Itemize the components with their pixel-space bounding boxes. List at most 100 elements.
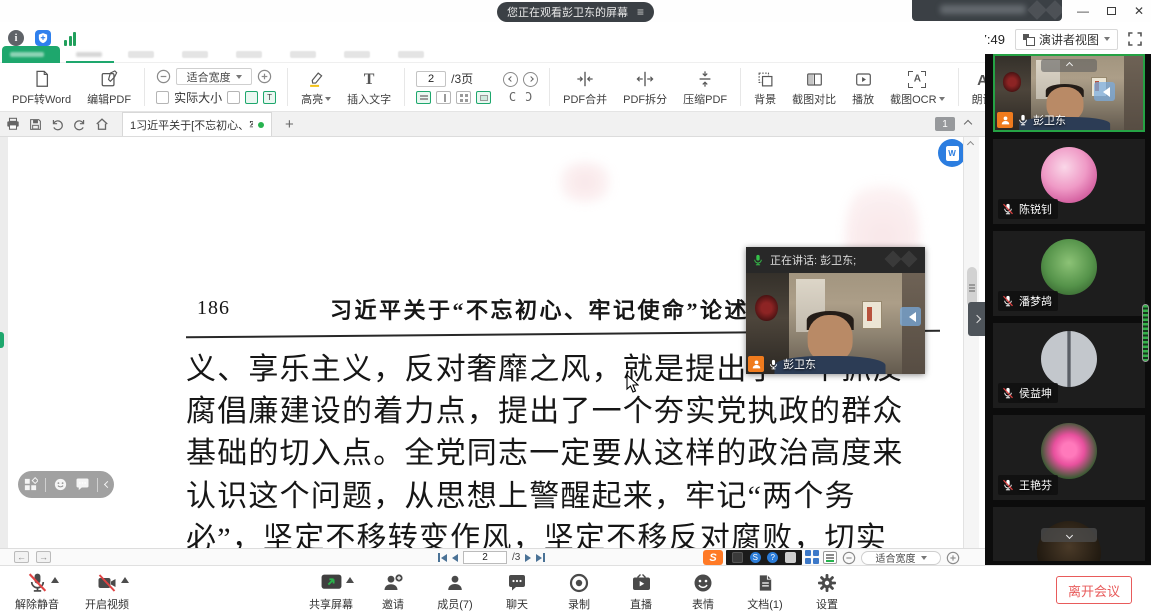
sogou-input-icon[interactable]: S: [703, 550, 723, 565]
pdf-split-button[interactable]: PDF拆分: [615, 68, 675, 107]
menu-tab-ghost[interactable]: [236, 51, 262, 58]
menu-tab-ghost[interactable]: [290, 51, 316, 58]
tray-s-icon[interactable]: S: [750, 552, 761, 563]
collapse-tile-chip[interactable]: [1041, 59, 1097, 72]
close-button[interactable]: ✕: [1131, 3, 1147, 19]
last-page-button[interactable]: [536, 553, 545, 562]
highlight-button[interactable]: 高亮: [293, 68, 339, 107]
tray-list-icon[interactable]: [823, 551, 837, 564]
zoom-in-icon[interactable]: [946, 551, 960, 565]
collapse-pill-icon[interactable]: [103, 481, 110, 488]
qq-floating-icon[interactable]: [900, 307, 921, 326]
document-canvas[interactable]: 186 习近平关于“不忘初心、牢记使命”论述摘编 义、享乐主义，反对奢靡之风，就…: [0, 137, 985, 548]
fit-width-select[interactable]: 适合宽度: [861, 551, 941, 565]
side-panel-toggle[interactable]: [968, 302, 985, 336]
play-button[interactable]: 播放: [844, 68, 882, 107]
notification-badge[interactable]: 1: [935, 117, 955, 131]
sidebar-scrollbar-thumb[interactable]: [1142, 304, 1149, 362]
background-button[interactable]: 背景: [746, 68, 784, 107]
bookmark-indicator[interactable]: [0, 332, 4, 348]
pdf-merge-button[interactable]: PDF合并: [555, 68, 615, 107]
first-page-button[interactable]: [438, 553, 447, 562]
participant-tile-partial[interactable]: [993, 507, 1145, 561]
leave-meeting-button[interactable]: 离开会议: [1056, 576, 1132, 604]
participant-tile[interactable]: 王艳芬: [993, 415, 1145, 500]
fit-width-select[interactable]: 适合宽度: [176, 68, 252, 85]
rotate-left-icon[interactable]: C: [509, 91, 516, 103]
save-icon[interactable]: [29, 118, 42, 131]
menu-tab-ghost[interactable]: [182, 51, 208, 58]
tray-keyboard-icon[interactable]: [785, 552, 796, 563]
zoom-out-icon[interactable]: [156, 69, 171, 84]
layout-two-page-icon[interactable]: [436, 91, 451, 104]
prev-page-button[interactable]: [452, 554, 458, 562]
back-button[interactable]: ←: [14, 551, 29, 563]
scrollbar-thumb[interactable]: [967, 267, 977, 307]
redo-icon[interactable]: [73, 118, 86, 131]
compress-pdf-button[interactable]: 压缩PDF: [675, 68, 735, 107]
participant-tile[interactable]: 陈锐钊: [993, 139, 1145, 224]
document-scrollbar[interactable]: [963, 137, 979, 548]
fit-page-toggle[interactable]: [227, 91, 240, 104]
actual-size-icon[interactable]: [156, 91, 169, 104]
participant-tile[interactable]: 侯益坤: [993, 323, 1145, 408]
tray-apps-icon[interactable]: [805, 550, 820, 565]
screenshot-compare-button[interactable]: 截图对比: [784, 68, 844, 107]
menu-tab-ghost[interactable]: [398, 51, 424, 58]
live-button[interactable]: 直播: [610, 566, 672, 612]
next-page-icon[interactable]: [523, 72, 538, 87]
video-options-arrow[interactable]: [121, 577, 129, 583]
active-speaker-overlay[interactable]: 正在讲话: 彭卫东;: [746, 247, 925, 374]
record-button[interactable]: 录制: [548, 566, 610, 612]
scroll-up-icon[interactable]: [967, 141, 974, 148]
stats-bars-icon[interactable]: [62, 30, 78, 46]
chat-button[interactable]: 聊天: [486, 566, 548, 612]
participant-tile[interactable]: 潘梦鸪: [993, 231, 1145, 316]
prev-page-icon[interactable]: [503, 72, 518, 87]
document-tab[interactable]: 1习近平关于[不忘初心、牢记...: [122, 112, 272, 136]
maximize-button[interactable]: [1103, 3, 1119, 19]
fit-width-toggle[interactable]: [245, 91, 258, 104]
home-icon[interactable]: [95, 117, 109, 131]
menu-tab-ghost[interactable]: [128, 51, 154, 58]
comment-icon[interactable]: [75, 477, 90, 492]
tray-help-icon[interactable]: ?: [767, 552, 778, 563]
layout-single-icon[interactable]: [416, 91, 431, 104]
new-tab-button[interactable]: +: [281, 116, 298, 133]
menu-tab-active[interactable]: [66, 46, 114, 63]
print-icon[interactable]: [6, 117, 20, 131]
banner-menu-icon[interactable]: ≡: [637, 6, 644, 18]
unmute-button[interactable]: 解除静音: [6, 566, 68, 612]
screenshot-ocr-button[interactable]: A 截图OCR: [882, 68, 952, 107]
insert-text-button[interactable]: T 插入文字: [339, 68, 399, 107]
next-page-button[interactable]: [525, 554, 531, 562]
emoji-button[interactable]: 表情: [672, 566, 734, 612]
view-mode-selector[interactable]: 演讲者视图: [1015, 29, 1118, 50]
members-button[interactable]: 成员(7): [424, 566, 486, 612]
pdf-to-word-fab[interactable]: W: [938, 139, 966, 167]
layout-scroll-icon[interactable]: [476, 91, 491, 104]
undo-icon[interactable]: [51, 118, 64, 131]
start-video-button[interactable]: 开启视频: [76, 566, 138, 612]
minimize-button[interactable]: —: [1075, 3, 1091, 19]
settings-button[interactable]: 设置: [796, 566, 858, 612]
page-input[interactable]: 2: [463, 551, 507, 564]
layout-grid-icon[interactable]: [456, 91, 471, 104]
app-brand-tab[interactable]: [2, 46, 60, 63]
invite-button[interactable]: 邀请: [362, 566, 424, 612]
zoom-out-icon[interactable]: [842, 551, 856, 565]
expand-tiles-chip[interactable]: [1041, 528, 1097, 542]
share-screen-button[interactable]: 共享屏幕: [300, 566, 362, 612]
rotate-right-icon[interactable]: C: [525, 91, 532, 103]
share-options-arrow[interactable]: [346, 577, 354, 583]
shapes-icon[interactable]: [23, 477, 38, 492]
fit-text-toggle[interactable]: T: [263, 91, 276, 104]
info-icon[interactable]: i: [8, 30, 24, 46]
page-number-input[interactable]: 2: [416, 71, 446, 87]
menu-tab-ghost[interactable]: [344, 51, 370, 58]
docs-button[interactable]: 文档(1): [734, 566, 796, 612]
fullscreen-icon[interactable]: [1128, 32, 1142, 46]
smiley-icon[interactable]: [53, 477, 68, 492]
shield-protect-icon[interactable]: [35, 30, 51, 46]
zoom-in-icon[interactable]: [257, 69, 272, 84]
